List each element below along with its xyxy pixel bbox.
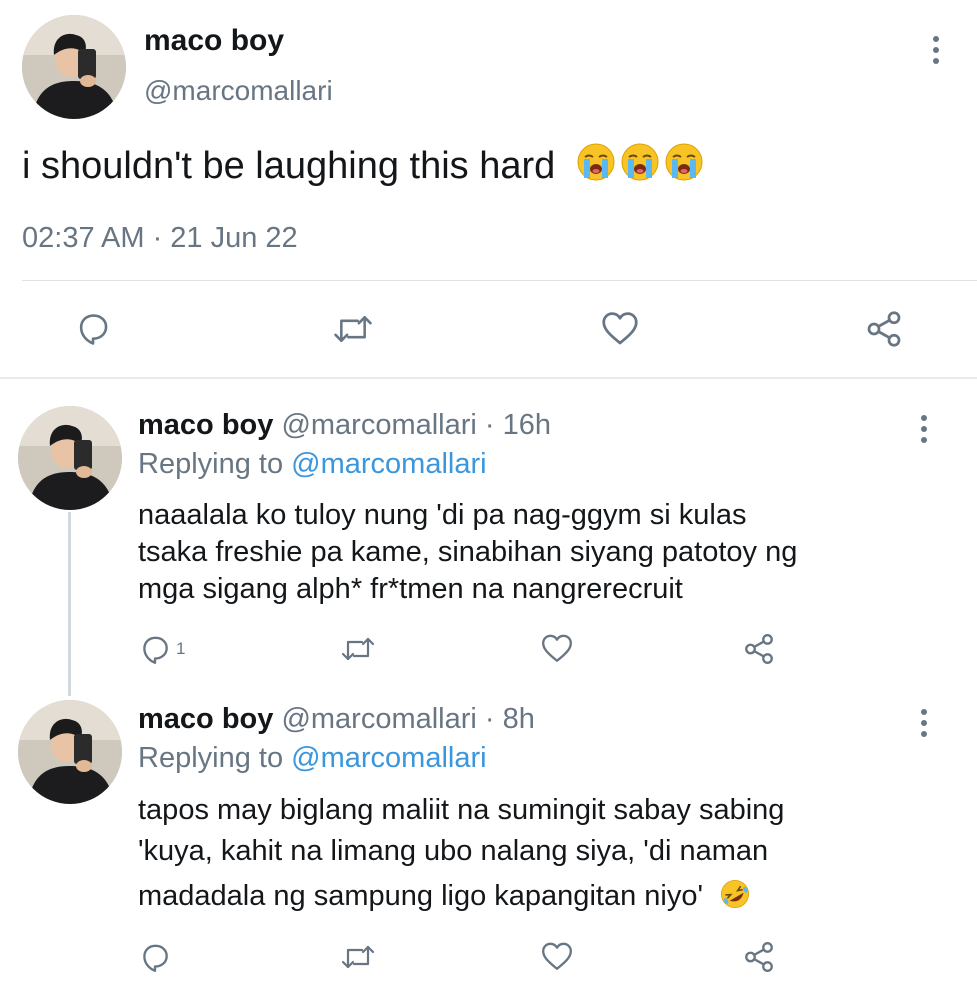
author-handle[interactable]: @marcomallari xyxy=(144,75,333,107)
text-line: 'kuya, kahit na limang ubo nalang siya, … xyxy=(138,835,769,867)
more-options-icon[interactable] xyxy=(918,415,930,443)
divider xyxy=(0,377,977,379)
share-icon xyxy=(864,309,904,349)
tweet-action-bar xyxy=(0,305,977,355)
text-line: naaalala ko tuloy nung 'di pa nag-ggym s… xyxy=(138,499,747,531)
retweet-button[interactable] xyxy=(332,311,374,347)
text-line: mga sigang alph* fr*tmen na nangrerecrui… xyxy=(138,573,683,605)
replying-to: Replying to @marcomallari xyxy=(138,448,487,481)
avatar[interactable] xyxy=(22,15,126,119)
share-button[interactable] xyxy=(742,940,776,974)
share-icon xyxy=(742,940,776,974)
share-button[interactable] xyxy=(742,632,776,666)
replying-to: Replying to @marcomallari xyxy=(138,742,487,775)
like-icon xyxy=(540,940,574,972)
author-display-name[interactable]: maco boy xyxy=(138,703,273,735)
reply-text: naaalala ko tuloy nung 'di pa nag-ggym s… xyxy=(138,497,797,608)
share-button[interactable] xyxy=(864,309,904,349)
reply-button[interactable] xyxy=(138,940,176,974)
retweet-button[interactable] xyxy=(340,942,376,972)
reply-count: 1 xyxy=(176,639,186,658)
reply-action-bar xyxy=(0,940,977,980)
reply-icon xyxy=(138,940,172,974)
reply-button[interactable] xyxy=(74,309,112,347)
tweet-body: i shouldn't be laughing this hard xyxy=(22,142,704,188)
reply-header: maco boy @marcomallari · 16h xyxy=(138,409,551,442)
share-icon xyxy=(742,632,776,666)
text-line-content: madadala ng sampung ligo kapangitan niyo… xyxy=(138,880,703,912)
loudly-crying-face-icon xyxy=(620,142,660,182)
reply-header: maco boy @marcomallari · 8h xyxy=(138,703,535,736)
replying-to-label: Replying to xyxy=(138,742,292,774)
text-line: tapos may biglang maliit na sumingit sab… xyxy=(138,794,785,826)
like-button[interactable] xyxy=(600,309,640,347)
avatar[interactable] xyxy=(18,700,122,804)
mention-link[interactable]: @marcomallari xyxy=(291,742,486,774)
loudly-crying-face-icon xyxy=(664,142,704,182)
text-line: tsaka freshie pa kame, sinabihan siyang … xyxy=(138,536,798,568)
tweet-text: i shouldn't be laughing this hard xyxy=(22,145,556,187)
author-handle-time[interactable]: @marcomallari · 8h xyxy=(281,703,534,735)
replying-to-label: Replying to xyxy=(138,448,292,480)
like-button[interactable] xyxy=(540,632,574,664)
divider xyxy=(22,280,977,281)
reply-action-bar: 1 xyxy=(0,632,977,672)
like-button[interactable] xyxy=(540,940,574,972)
reply-icon xyxy=(138,632,172,666)
reply-button[interactable]: 1 xyxy=(138,632,185,666)
like-icon xyxy=(540,632,574,664)
tweet-thread-page: maco boy @marcomallari i shouldn't be la… xyxy=(0,0,977,989)
more-options-icon[interactable] xyxy=(918,709,930,737)
retweet-button[interactable] xyxy=(340,634,376,664)
more-options-icon[interactable] xyxy=(930,36,942,64)
loudly-crying-face-icon xyxy=(576,142,616,182)
author-display-name[interactable]: maco boy xyxy=(138,409,273,441)
retweet-icon xyxy=(340,634,376,664)
reply-icon xyxy=(74,309,112,347)
reply-text: tapos may biglang maliit na sumingit sab… xyxy=(138,790,784,917)
tweet-timestamp[interactable]: 02:37 AM · 21 Jun 22 xyxy=(22,222,298,255)
text-line: madadala ng sampung ligo kapangitan niyo… xyxy=(138,876,784,917)
mention-link[interactable]: @marcomallari xyxy=(291,448,486,480)
rolling-on-the-floor-laughing-icon xyxy=(719,878,751,910)
retweet-icon xyxy=(340,942,376,972)
retweet-icon xyxy=(332,311,374,347)
author-handle-time[interactable]: @marcomallari · 16h xyxy=(281,409,551,441)
author-display-name[interactable]: maco boy xyxy=(144,24,284,58)
like-icon xyxy=(600,309,640,347)
avatar[interactable] xyxy=(18,406,122,510)
